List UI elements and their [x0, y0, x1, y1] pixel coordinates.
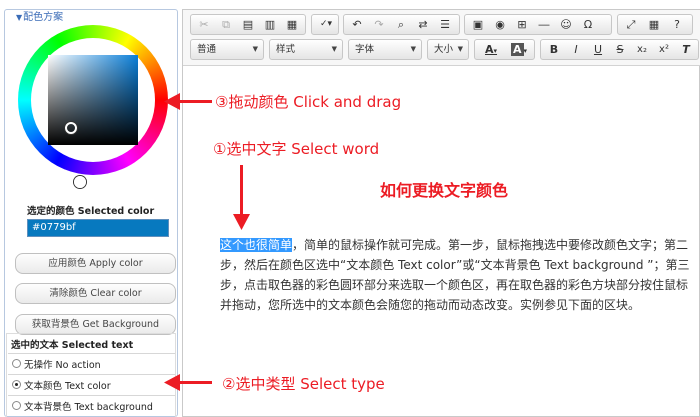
flash-icon[interactable]: ◉: [490, 15, 510, 34]
radio-label: 文本背景色 Text background: [24, 402, 153, 413]
chevron-down-icon: ▾: [493, 47, 498, 55]
bold-button[interactable]: B: [544, 40, 564, 59]
color-scheme-title: 配色方案: [23, 12, 64, 23]
arrow-drag-line: [176, 100, 212, 103]
collapse-triangle-icon[interactable]: ▼: [16, 13, 22, 22]
annotation-drag: ③拖动颜色 Click and drag: [215, 93, 402, 111]
table-icon[interactable]: ⊞: [512, 15, 532, 34]
radio-button[interactable]: [12, 380, 21, 389]
find-icon[interactable]: ⌕: [391, 15, 411, 34]
apply-color-button[interactable]: 应用颜色 Apply color: [15, 253, 176, 274]
underline-button[interactable]: U: [588, 40, 608, 59]
show-blocks-icon[interactable]: ▦: [644, 15, 664, 34]
editor-content-area[interactable]: 这个也很简单，简单的鼠标操作就可完成。第一步，鼠标拖拽选中要修改颜色文字；第二步…: [183, 67, 700, 417]
selected-color-field[interactable]: #0779bf: [27, 219, 169, 237]
format-select[interactable]: 普通 ▼: [190, 39, 264, 60]
view-group: ⤢ ▦ ?: [617, 14, 693, 35]
radio-label: 无操作 No action: [24, 360, 101, 371]
spellcheck-icon[interactable]: ✓▾: [314, 15, 338, 34]
style-select[interactable]: 样式 ▼: [269, 39, 343, 60]
annotation-select-word: ①选中文字 Select word: [213, 140, 380, 158]
bg-color-button[interactable]: A ▾: [506, 40, 532, 59]
arrow-type-line: [176, 381, 212, 384]
cut-icon[interactable]: ✂: [194, 15, 214, 34]
history-group: ↶ ↷ ⌕ ⇄ ☰: [343, 14, 460, 35]
chevron-down-icon: ▼: [410, 45, 416, 53]
text-style-group: B I U S x₂ x² T: [540, 39, 699, 60]
chevron-down-icon: ▾: [523, 47, 528, 55]
selected-text-section: 选中的文本 Selected text 无操作 No action 文本颜色 T…: [6, 333, 176, 417]
color-scheme-legend[interactable]: ▼配色方案: [14, 12, 66, 24]
highlighted-text[interactable]: 这个也很简单: [220, 238, 293, 252]
bg-color-glyph: A: [510, 43, 524, 56]
radio-button[interactable]: [12, 401, 21, 410]
radio-option-no-action[interactable]: 无操作 No action: [8, 353, 175, 373]
subscript-button[interactable]: x₂: [632, 40, 652, 59]
chevron-down-icon: ▼: [331, 45, 337, 53]
remove-format-button[interactable]: T: [676, 40, 696, 59]
about-icon[interactable]: ?: [667, 15, 687, 34]
clear-color-button[interactable]: 清除颜色 Clear color: [15, 283, 176, 304]
color-scheme-panel: ▼配色方案 选定的颜色 Selected color #0779bf 应用颜色 …: [0, 0, 178, 417]
spellcheck-group: ✓▾: [311, 14, 339, 35]
format-select-value: 普通: [197, 44, 217, 55]
paste-icon[interactable]: ▤: [238, 15, 258, 34]
annotation-how-to-title: 如何更换文字颜色: [380, 181, 509, 200]
selected-text-title: 选中的文本 Selected text: [11, 340, 134, 351]
copy-icon[interactable]: ⧉: [216, 15, 236, 34]
arrow-type-head: [164, 374, 180, 391]
arrow-drag-head: [164, 93, 180, 110]
radio-option-text-background[interactable]: 文本背景色 Text background: [8, 395, 175, 415]
arrow-word-head: [233, 214, 250, 230]
content-paragraph[interactable]: 这个也很简单，简单的鼠标操作就可完成。第一步，鼠标拖拽选中要修改颜色文字；第二步…: [220, 235, 696, 315]
horizontal-line-icon[interactable]: ―: [534, 15, 554, 34]
redo-icon[interactable]: ↷: [369, 15, 389, 34]
arrow-word-line: [240, 165, 243, 218]
smiley-icon[interactable]: ☺: [556, 15, 576, 34]
chevron-down-icon: ▼: [457, 45, 463, 53]
superscript-button[interactable]: x²: [654, 40, 674, 59]
font-select[interactable]: 字体 ▼: [348, 39, 422, 60]
get-background-button[interactable]: 获取背景色 Get Background: [15, 314, 176, 335]
image-icon[interactable]: ▣: [468, 15, 488, 34]
size-select-value: 大小: [434, 44, 454, 55]
select-all-icon[interactable]: ☰: [435, 15, 455, 34]
saturation-value-marker[interactable]: [65, 122, 77, 134]
chevron-down-icon: ▼: [252, 45, 258, 53]
text-color-button[interactable]: A▾: [478, 40, 504, 59]
insert-group: ▣ ◉ ⊞ ― ☺ Ω: [464, 14, 612, 35]
clipboard-group: ✂ ⧉ ▤ ▥ ▦: [190, 14, 306, 35]
selected-color-label: 选定的颜色 Selected color: [27, 206, 155, 217]
strikethrough-button[interactable]: S: [610, 40, 630, 59]
radio-option-text-color[interactable]: 文本颜色 Text color: [8, 374, 175, 394]
radio-label: 文本颜色 Text color: [24, 381, 111, 392]
size-select[interactable]: 大小 ▼: [427, 39, 469, 60]
paste-text-icon[interactable]: ▥: [260, 15, 280, 34]
undo-icon[interactable]: ↶: [347, 15, 367, 34]
italic-button[interactable]: I: [566, 40, 586, 59]
replace-icon[interactable]: ⇄: [413, 15, 433, 34]
rich-text-editor: ✂ ⧉ ▤ ▥ ▦ ✓▾ ↶ ↷ ⌕ ⇄ ☰ ▣ ◉ ⊞ ― ☺ Ω ⤢ ▦ ?: [182, 9, 700, 417]
hue-marker[interactable]: [74, 176, 86, 188]
hue-ring[interactable]: [18, 25, 168, 188]
text-color-glyph: A: [484, 43, 494, 56]
style-select-value: 样式: [276, 44, 296, 55]
font-select-value: 字体: [355, 44, 375, 55]
saturation-value-square[interactable]: [48, 55, 138, 145]
color-group: A▾ A ▾: [474, 39, 535, 60]
maximize-icon[interactable]: ⤢: [621, 15, 641, 34]
annotation-select-type: ②选中类型 Select type: [222, 375, 385, 393]
paste-word-icon[interactable]: ▦: [282, 15, 302, 34]
radio-button[interactable]: [12, 359, 21, 368]
editor-toolbar: ✂ ⧉ ▤ ▥ ▦ ✓▾ ↶ ↷ ⌕ ⇄ ☰ ▣ ◉ ⊞ ― ☺ Ω ⤢ ▦ ?: [183, 10, 700, 66]
special-char-icon[interactable]: Ω: [578, 15, 598, 34]
